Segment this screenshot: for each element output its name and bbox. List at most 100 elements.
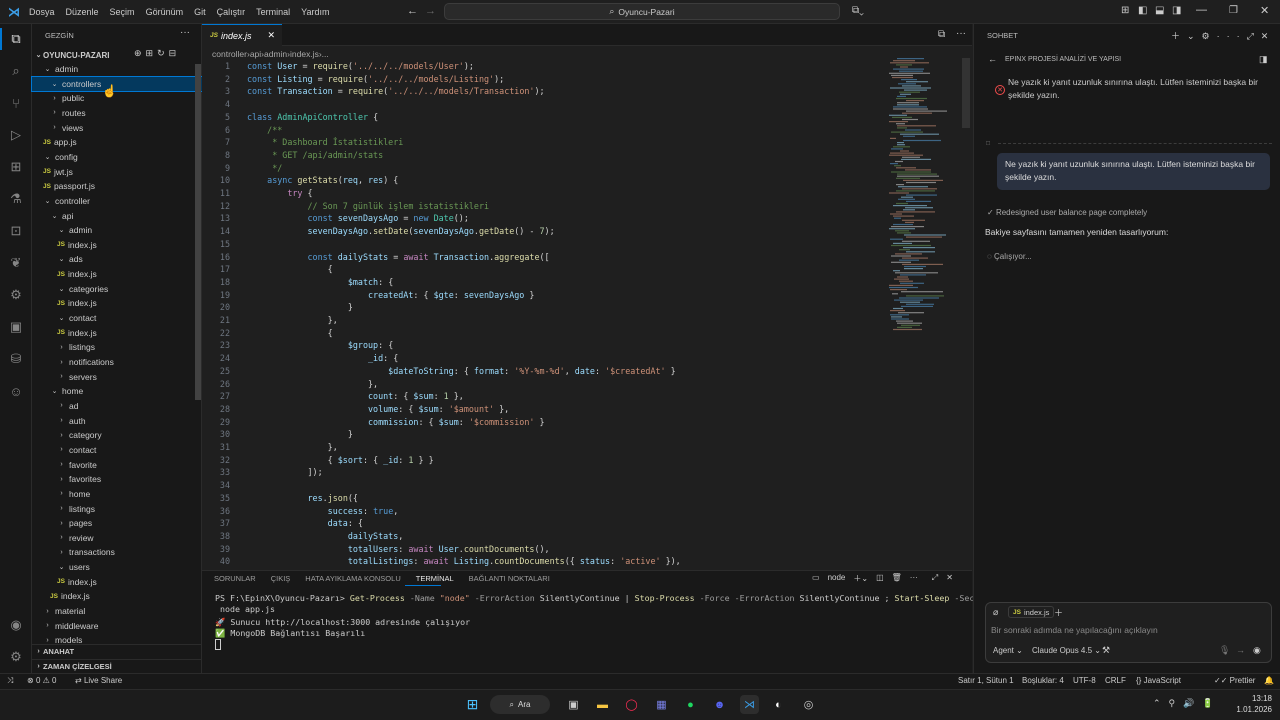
code-line[interactable]: 28 volume: { $sum: '$amount' }, xyxy=(202,403,892,416)
code-line[interactable]: 16 const dailyStats = await Transaction.… xyxy=(202,251,892,264)
context-chip[interactable]: JS index.js xyxy=(1008,606,1055,618)
explorer-icon[interactable]: ⧉ xyxy=(6,29,26,49)
forward-icon[interactable]: → xyxy=(425,5,436,17)
code-line[interactable]: 30 } xyxy=(202,428,892,441)
code-line[interactable]: 9 */ xyxy=(202,162,892,175)
code-line[interactable]: 10 async getStats(req, res) { xyxy=(202,174,892,187)
tools-icon[interactable]: ⚒ xyxy=(1102,645,1110,656)
task-view-icon[interactable]: ▣ xyxy=(564,695,583,714)
file-item[interactable]: JS index.js xyxy=(32,267,202,281)
code-line[interactable]: 12 // Son 7 günlük işlem istatistikleri xyxy=(202,200,892,213)
chat-input[interactable]: Bir sonraki adımda ne yapılacağını açıkl… xyxy=(991,625,1266,635)
code-line[interactable]: 32 { $sort: { _id: 1 } } xyxy=(202,454,892,467)
back-icon[interactable]: ← xyxy=(407,5,418,17)
close-tab-icon[interactable]: ✕ xyxy=(267,30,275,41)
file-item[interactable]: JS index.js xyxy=(32,296,202,310)
remote-icon[interactable]: ⤨ xyxy=(7,676,13,686)
folder-item[interactable]: › middleware xyxy=(32,619,202,633)
database-icon[interactable]: ⛁ xyxy=(6,349,26,369)
remote-explorer-icon[interactable]: ⊡ xyxy=(6,221,26,241)
file-explorer-icon[interactable]: ▬ xyxy=(593,695,612,714)
menu-item[interactable]: Dosya xyxy=(29,7,55,17)
app-icon[interactable]: ◐ xyxy=(769,695,788,714)
toggle-panel-icon[interactable]: ⬓ xyxy=(1155,5,1164,16)
microphone-icon[interactable]: 🎙 xyxy=(1219,645,1230,656)
folder-item[interactable]: ⌄ controllers xyxy=(31,75,203,92)
folder-item[interactable]: ⌄ ads xyxy=(32,252,202,266)
code-line[interactable]: 18 $match: { xyxy=(202,276,892,289)
breadcrumb-item[interactable]: ... xyxy=(322,49,329,59)
problems-indicator[interactable]: ⊗ 0 ⚠ 0 xyxy=(27,676,56,685)
file-item[interactable]: JS jwt.js xyxy=(32,165,202,179)
eol[interactable]: CRLF xyxy=(1105,676,1126,685)
indentation[interactable]: Boşluklar: 4 xyxy=(1022,676,1064,685)
code-line[interactable]: 3 const Transaction = require('../../../m… xyxy=(202,85,892,98)
file-item[interactable]: JS index.js xyxy=(32,238,202,252)
split-editor-icon[interactable]: ⧉ xyxy=(938,29,945,40)
folder-item[interactable]: › favorite xyxy=(32,458,202,472)
folder-item[interactable]: › review xyxy=(32,531,202,545)
copilot-icon[interactable]: ⧉⌄ xyxy=(852,5,864,16)
code-line[interactable]: 14 sevenDaysAgo.setDate(sevenDaysAgo.get… xyxy=(202,225,892,238)
breadcrumb-item[interactable]: admin xyxy=(264,49,287,59)
folder-item[interactable]: ⌄ users xyxy=(32,560,202,574)
code-line[interactable]: 29 commission: { $sum: '$commission' } xyxy=(202,416,892,429)
menu-item[interactable]: Git xyxy=(194,7,206,17)
teams-icon[interactable]: ▦ xyxy=(652,695,671,714)
code-line[interactable]: 13 const sevenDaysAgo = new Date(); xyxy=(202,212,892,225)
maximize-panel-icon[interactable]: ⤢ xyxy=(932,573,938,584)
folder-item[interactable]: › listings xyxy=(32,502,202,516)
folder-item[interactable]: ⌄ home xyxy=(32,384,202,398)
folder-item[interactable]: › notifications xyxy=(32,355,202,369)
folder-item[interactable]: ⌄ config xyxy=(32,150,202,164)
more-actions-icon[interactable]: ··· xyxy=(956,28,966,39)
panel-tab[interactable]: BAĞLANTI NOKTALARI xyxy=(469,574,550,586)
folder-item[interactable]: › public xyxy=(32,91,202,105)
chrome-icon[interactable]: ◎ xyxy=(799,695,818,714)
code-line[interactable]: 17 { xyxy=(202,263,892,276)
back-icon[interactable]: ← xyxy=(988,54,997,64)
code-line[interactable]: 26 }, xyxy=(202,378,892,391)
code-line[interactable]: 2 const Listing = require('../../../model… xyxy=(202,73,892,86)
close-panel-icon[interactable]: ✕ xyxy=(946,573,953,584)
split-terminal-icon[interactable]: ◫ xyxy=(876,573,884,584)
search-icon[interactable]: ⌕ xyxy=(6,61,26,81)
menu-item[interactable]: Düzenle xyxy=(66,7,99,17)
stop-icon[interactable]: ◉ xyxy=(1253,645,1261,656)
clock[interactable]: 13:18 1.01.2026 xyxy=(1222,693,1272,715)
outline-section[interactable]: › ANAHAT xyxy=(32,644,202,658)
file-item[interactable]: JS index.js xyxy=(32,589,202,603)
run-debug-icon[interactable]: ▷ xyxy=(6,125,26,145)
folder-item[interactable]: ⌄ api xyxy=(32,209,202,223)
live-share[interactable]: ⇄ Live Share xyxy=(75,676,122,685)
code-line[interactable]: 4 xyxy=(202,98,892,111)
panel-tab[interactable]: ÇIKIŞ xyxy=(271,574,291,586)
menu-item[interactable]: Terminal xyxy=(256,7,290,17)
extensions-icon[interactable]: ⊞ xyxy=(6,157,26,177)
file-item[interactable]: JS index.js xyxy=(32,326,202,340)
code-line[interactable]: 31 }, xyxy=(202,441,892,454)
folder-item[interactable]: › material xyxy=(32,604,202,618)
opera-icon[interactable]: ◯ xyxy=(622,695,641,714)
code-line[interactable]: 40 totalListings: await Listing.countDoc… xyxy=(202,555,892,568)
windows-start-icon[interactable]: ⊞ xyxy=(463,695,482,714)
code-line[interactable]: 6 /** xyxy=(202,124,892,137)
folder-item[interactable]: ⌄ admin xyxy=(32,223,202,237)
more-actions-icon[interactable]: ··· xyxy=(910,573,918,584)
folder-item[interactable]: ⌄ controller xyxy=(32,194,202,208)
folder-item[interactable]: › listings xyxy=(32,340,202,354)
model-picker[interactable]: Claude Opus 4.5 ⌄ xyxy=(1032,646,1101,655)
folder-item[interactable]: › category xyxy=(32,428,202,442)
code-line[interactable]: 24 _id: { xyxy=(202,352,892,365)
chat-actions[interactable]: ＋⌄⚙···⤢✕ xyxy=(1171,29,1275,42)
code-line[interactable]: 22 { xyxy=(202,327,892,340)
attach-icon[interactable]: ⌀ xyxy=(993,607,998,618)
code-line[interactable]: 8 * GET /api/admin/stats xyxy=(202,149,892,162)
encoding[interactable]: UTF-8 xyxy=(1073,676,1096,685)
menu-item[interactable]: Çalıştır xyxy=(217,7,246,17)
new-terminal-icon[interactable]: ＋⌄ xyxy=(853,573,868,584)
source-control-icon[interactable]: ⑂ xyxy=(6,93,26,113)
code-line[interactable]: 1 const User = require('../../../models/U… xyxy=(202,60,892,73)
toggle-secondary-sidebar-icon[interactable]: ◨ xyxy=(1172,5,1181,16)
folder-item[interactable]: › auth xyxy=(32,414,202,428)
